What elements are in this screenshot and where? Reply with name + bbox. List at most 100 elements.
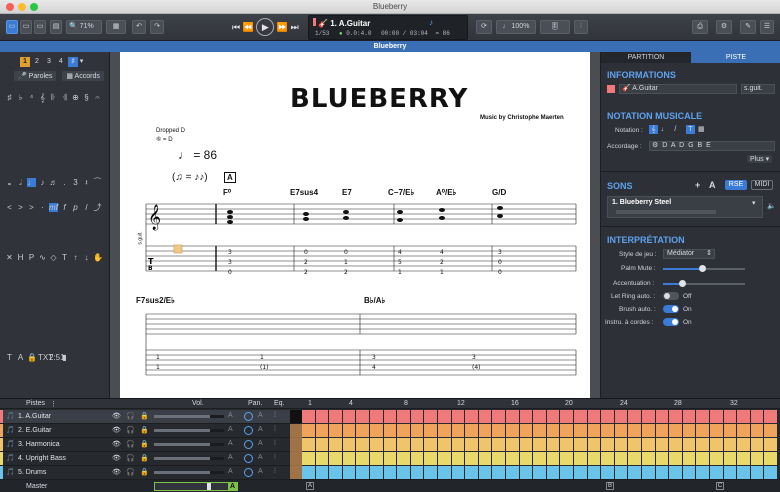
section-marker-c[interactable]: C — [716, 482, 724, 490]
bar-cell[interactable] — [315, 452, 329, 465]
bar-cell[interactable] — [546, 424, 560, 437]
key-sharp-icon[interactable]: ♯ — [5, 93, 14, 102]
view-mode-2-button[interactable]: ▭ — [20, 20, 32, 34]
bar-cell[interactable] — [737, 424, 750, 437]
headphones-icon[interactable]: 🎧 — [126, 440, 135, 448]
headphones-icon[interactable]: 🎧 — [126, 454, 135, 462]
lyrics-button[interactable]: 🎤 Paroles — [14, 71, 57, 81]
segno-icon[interactable]: § — [82, 93, 91, 102]
undo-button[interactable]: ↶ — [132, 20, 146, 34]
bar-cell[interactable] — [370, 410, 383, 423]
key-flat-icon[interactable]: ♭ — [16, 93, 25, 102]
bar-cell[interactable] — [546, 410, 560, 423]
bar-cell[interactable] — [465, 438, 478, 451]
strum-up-icon[interactable]: ↑ — [71, 253, 80, 262]
bar-cell[interactable] — [315, 438, 329, 451]
voice-2-button[interactable]: 2 — [32, 58, 42, 65]
bar-cell[interactable] — [750, 452, 764, 465]
bar-cell[interactable] — [465, 466, 478, 479]
bar-cell[interactable] — [410, 424, 424, 437]
palm-mute-knob[interactable] — [699, 265, 706, 272]
pan-knob[interactable] — [244, 426, 253, 435]
bar-cell[interactable] — [669, 438, 682, 451]
bar-cell[interactable] — [655, 452, 669, 465]
rhythm-notation-icon[interactable]: ♩ — [660, 125, 669, 134]
bar-cell[interactable] — [478, 438, 492, 451]
bar-cell[interactable] — [465, 410, 478, 423]
brush-toggle[interactable] — [663, 305, 679, 313]
bar-cell[interactable] — [696, 466, 709, 479]
bar-cell[interactable] — [478, 410, 492, 423]
bar-cell[interactable] — [560, 424, 573, 437]
track-volume-slider[interactable] — [154, 443, 224, 446]
p-icon[interactable]: p — [71, 203, 80, 212]
bar-cell[interactable] — [451, 466, 465, 479]
bar-cell[interactable] — [696, 410, 709, 423]
bar-cell[interactable] — [587, 438, 601, 451]
bar-cell[interactable] — [560, 438, 573, 451]
view-mode-1-button[interactable]: ▭ — [6, 20, 18, 34]
bar-cell[interactable] — [574, 466, 587, 479]
bar-cell[interactable] — [601, 424, 614, 437]
bar-cell[interactable] — [506, 424, 519, 437]
master-automation-button[interactable]: A — [228, 482, 237, 491]
bar-cell[interactable] — [628, 438, 641, 451]
bar-cell[interactable] — [764, 452, 777, 465]
track-row[interactable]: 🎵 1. A.Guitar 👁 🎧 🔒 A A ⫶ — [0, 410, 300, 424]
tempo-text-icon[interactable]: 2:51 — [49, 353, 65, 362]
bar-cell[interactable] — [302, 466, 315, 479]
tab-piste[interactable]: PISTE — [691, 52, 780, 63]
eq-icon[interactable]: ⫶ — [274, 454, 276, 462]
bar-cell[interactable] — [519, 452, 533, 465]
bar-cell[interactable] — [628, 466, 641, 479]
view-mode-3-button[interactable]: ▭ — [34, 20, 46, 34]
mf-icon[interactable]: mf — [49, 203, 58, 212]
track-color-swatch[interactable] — [607, 85, 615, 93]
automation-icon[interactable]: A — [228, 440, 233, 447]
visibility-icon[interactable]: 👁 — [112, 468, 121, 476]
bar-cell[interactable] — [424, 466, 437, 479]
bar-cell[interactable] — [574, 452, 587, 465]
track-volume-slider[interactable] — [154, 471, 224, 474]
bar-cell[interactable] — [574, 410, 587, 423]
zoom-window-button[interactable] — [30, 3, 38, 11]
bar-cell[interactable] — [682, 438, 696, 451]
vibrato-icon[interactable]: ∿ — [38, 253, 47, 262]
score-page[interactable]: BLUEBERRY Music by Christophe Maerten Dr… — [120, 52, 590, 398]
bar-cell[interactable] — [750, 438, 764, 451]
headphones-icon[interactable]: 🎧 — [126, 468, 135, 476]
section-marker-a[interactable]: A — [306, 482, 314, 490]
bar-cell[interactable] — [342, 424, 356, 437]
pan-automation-icon[interactable]: A — [258, 454, 263, 461]
bar-cell[interactable] — [519, 424, 533, 437]
bar-cell[interactable] — [533, 452, 546, 465]
track-name-field[interactable]: 🎸 A.Guitar — [619, 84, 737, 94]
bar-cell[interactable] — [587, 466, 601, 479]
mixer-button[interactable]: ⫶ — [574, 20, 588, 34]
bar-cell[interactable] — [737, 466, 750, 479]
bar-cell[interactable] — [642, 410, 655, 423]
bar-cell[interactable] — [710, 438, 723, 451]
bar-cell[interactable] — [655, 424, 669, 437]
redo-button[interactable]: ↷ — [150, 20, 164, 34]
string-instrument-toggle[interactable] — [663, 318, 679, 326]
lock-icon[interactable]: 🔒 — [140, 412, 149, 420]
bar-cell[interactable] — [492, 410, 505, 423]
track-volume-slider[interactable] — [154, 415, 224, 418]
headphones-icon[interactable]: 🎧 — [126, 426, 135, 434]
chords-button[interactable]: ▦ Accords — [62, 71, 104, 81]
bar-icon[interactable]: ▮ — [60, 353, 69, 362]
track-row[interactable]: 🎵 5. Drums 👁 🎧 🔒 A A ⫶ — [0, 466, 300, 480]
lock-icon[interactable]: 🔒 — [140, 426, 149, 434]
tie-icon[interactable]: ⁀ — [93, 178, 102, 187]
pan-knob[interactable] — [244, 412, 253, 421]
bar-cell[interactable] — [370, 424, 383, 437]
bar-cell[interactable] — [478, 452, 492, 465]
bar-cell[interactable] — [682, 466, 696, 479]
decrescendo-icon[interactable]: > — [16, 203, 25, 212]
bar-cell[interactable] — [383, 410, 397, 423]
voice-4-button[interactable]: 4 — [56, 58, 66, 65]
view-layout-button[interactable]: ▤ — [50, 20, 62, 34]
bar-cell[interactable] — [655, 466, 669, 479]
bar-cell[interactable] — [451, 410, 465, 423]
